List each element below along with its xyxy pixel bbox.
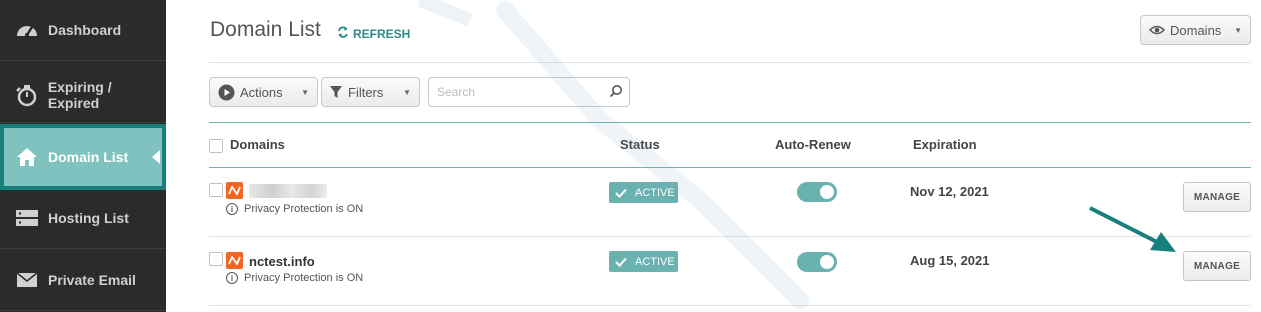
view-domains-dropdown[interactable]: Domains ▼ [1140,15,1251,45]
sidebar-item-private-email[interactable]: Private Email [0,250,166,311]
play-circle-icon [218,84,235,101]
chevron-down-icon: ▼ [1234,25,1242,35]
page-title: Domain List [210,18,321,41]
search-icon[interactable] [609,84,623,101]
sidebar-item-label: Dashboard [48,22,122,38]
info-icon: i [226,272,238,284]
column-header-status[interactable]: Status [620,137,660,152]
privacy-label: Privacy Protection is ON [244,272,364,284]
envelope-icon [14,267,40,293]
actions-label: Actions [240,84,283,100]
sidebar-item-expiring[interactable]: Expiring / Expired [0,62,166,123]
eye-icon [1149,25,1165,35]
sidebar-item-label: Domain List [48,149,129,165]
active-caret-icon [152,150,160,164]
filters-label: Filters [348,84,384,100]
column-header-domains[interactable]: Domains [230,137,285,152]
namecheap-logo-icon [226,252,243,269]
server-icon [14,205,40,231]
toggle-knob [820,255,834,269]
checkmark-icon [615,257,627,267]
row-checkbox[interactable] [209,252,223,266]
chevron-down-icon: ▼ [301,87,309,97]
refresh-icon [337,26,349,41]
auto-renew-toggle[interactable] [797,182,837,202]
funnel-icon [330,85,342,99]
checkmark-icon [615,188,627,198]
row-checkbox[interactable] [209,183,223,197]
status-label: ACTIVE [635,186,675,199]
select-all-checkbox[interactable] [209,139,223,153]
search-input[interactable]: Search [428,77,630,107]
privacy-status: i Privacy Protection is ON [226,272,363,284]
manage-button[interactable]: MANAGE [1183,251,1251,281]
refresh-label: REFRESH [353,26,411,41]
sidebar-item-hosting-list[interactable]: Hosting List [0,188,166,249]
home-icon [14,144,40,170]
chevron-down-icon: ▼ [403,87,411,97]
expiration-date: Nov 12, 2021 [910,184,989,199]
toggle-knob [820,185,834,199]
row-divider [209,236,1251,237]
status-label: ACTIVE [635,255,675,268]
manage-button[interactable]: MANAGE [1183,182,1251,212]
privacy-label: Privacy Protection is ON [244,203,364,215]
privacy-status: i Privacy Protection is ON [226,203,363,215]
sidebar-item-label: Expiring / Expired [47,79,112,111]
annotation-arrow [1089,206,1176,252]
sidebar-item-dashboard[interactable]: Dashboard [0,0,166,61]
toolbar-divider [209,122,1251,123]
sidebar-item-label: Private Email [48,272,136,288]
actions-dropdown[interactable]: Actions ▼ [209,77,318,107]
auto-renew-toggle[interactable] [797,252,837,272]
row-divider [209,305,1251,306]
column-header-auto-renew[interactable]: Auto-Renew [775,137,851,152]
view-dropdown-label: Domains [1170,22,1222,38]
table-header-divider [209,167,1251,168]
domain-name-redacted[interactable] [249,184,327,198]
stopwatch-icon [14,82,40,108]
expiration-date: Aug 15, 2021 [910,253,990,268]
search-placeholder: Search [437,85,476,99]
sidebar-item-domain-list[interactable]: Domain List [0,124,166,190]
refresh-button[interactable]: REFRESH [337,26,410,41]
status-badge: ACTIVE [609,251,678,272]
header-divider [209,62,1251,63]
sidebar: Dashboard Expiring / Expired Domain List… [0,0,166,312]
status-badge: ACTIVE [609,182,678,203]
namecheap-logo-icon [226,182,243,199]
column-header-expiration[interactable]: Expiration [913,137,977,152]
dashboard-gauge-icon [14,17,40,43]
sidebar-item-label: Hosting List [48,210,129,226]
domain-name-link[interactable]: nctest.info [249,254,315,269]
filters-dropdown[interactable]: Filters ▼ [321,77,420,107]
info-icon: i [226,203,238,215]
